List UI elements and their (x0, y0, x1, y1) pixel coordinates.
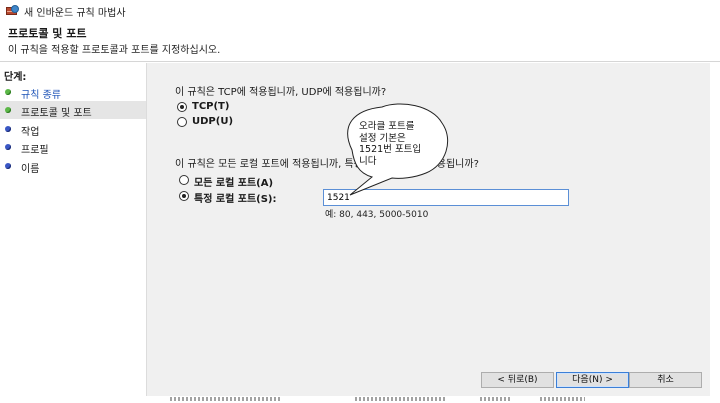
radio-label: 특정 로컬 포트(S): (194, 194, 277, 205)
radio-button[interactable] (179, 191, 189, 201)
content-panel: 이 규칙은 TCP에 적용됩니까, UDP에 적용됩니까? TCP(T) UDP… (146, 63, 710, 403)
step-label: 규칙 종류 (21, 90, 61, 101)
step-rule-type[interactable]: 규칙 종류 (0, 83, 146, 101)
step-action: 작업 (0, 120, 146, 138)
radio-label: UDP(U) (192, 116, 234, 127)
cancel-button[interactable]: 취소 (629, 372, 702, 388)
annotation-line: 니다 (359, 155, 377, 167)
step-name: 이름 (0, 157, 146, 175)
next-button[interactable]: 다음(N) > (556, 372, 629, 388)
step-label: 이름 (21, 164, 40, 175)
page-subtitle: 이 규칙을 적용할 프로토콜과 포트를 지정하십시오. (8, 45, 221, 56)
steps-panel: 단계: 규칙 종류 프로토콜 및 포트 작업 프로필 이름 (0, 63, 146, 403)
step-label: 프로필 (21, 145, 49, 156)
annotation-line: 오라클 포트를 (359, 121, 415, 132)
step-protocol-ports[interactable]: 프로토콜 및 포트 (0, 101, 146, 119)
page-title: 프로토콜 및 포트 (8, 27, 87, 40)
radio-label: TCP(T) (192, 101, 230, 112)
background-overflow (0, 396, 720, 403)
radio-label: 모든 로컬 포트(A) (194, 178, 274, 189)
annotation-line: 1521번 포트입 (359, 144, 422, 155)
port-example-hint: 예: 80, 443, 5000-5010 (325, 210, 429, 220)
step-pending-icon (5, 163, 11, 169)
wizard-window: 새 인바운드 규칙 마법사 프로토콜 및 포트 이 규칙을 적용할 프로토콜과 … (0, 0, 720, 403)
title-bar: 새 인바운드 규칙 마법사 (0, 0, 720, 22)
annotation-line: 설정 기본은 (359, 132, 406, 144)
annotation-text: 오라클 포트를 설정 기본은 1521번 포트입 니다 (359, 121, 429, 167)
steps-title: 단계: (4, 72, 27, 83)
step-done-icon (5, 107, 11, 113)
radio-button[interactable] (177, 117, 187, 127)
step-label: 작업 (21, 127, 40, 138)
window-title: 새 인바운드 규칙 마법사 (24, 8, 126, 19)
firewall-icon (6, 5, 19, 17)
step-pending-icon (5, 126, 11, 132)
radio-button[interactable] (179, 175, 189, 185)
step-label: 프로토콜 및 포트 (21, 108, 92, 119)
radio-button[interactable] (177, 102, 187, 112)
step-pending-icon (5, 144, 11, 150)
back-button[interactable]: < 뒤로(B) (481, 372, 554, 388)
step-profile: 프로필 (0, 138, 146, 156)
step-done-icon (5, 89, 11, 95)
